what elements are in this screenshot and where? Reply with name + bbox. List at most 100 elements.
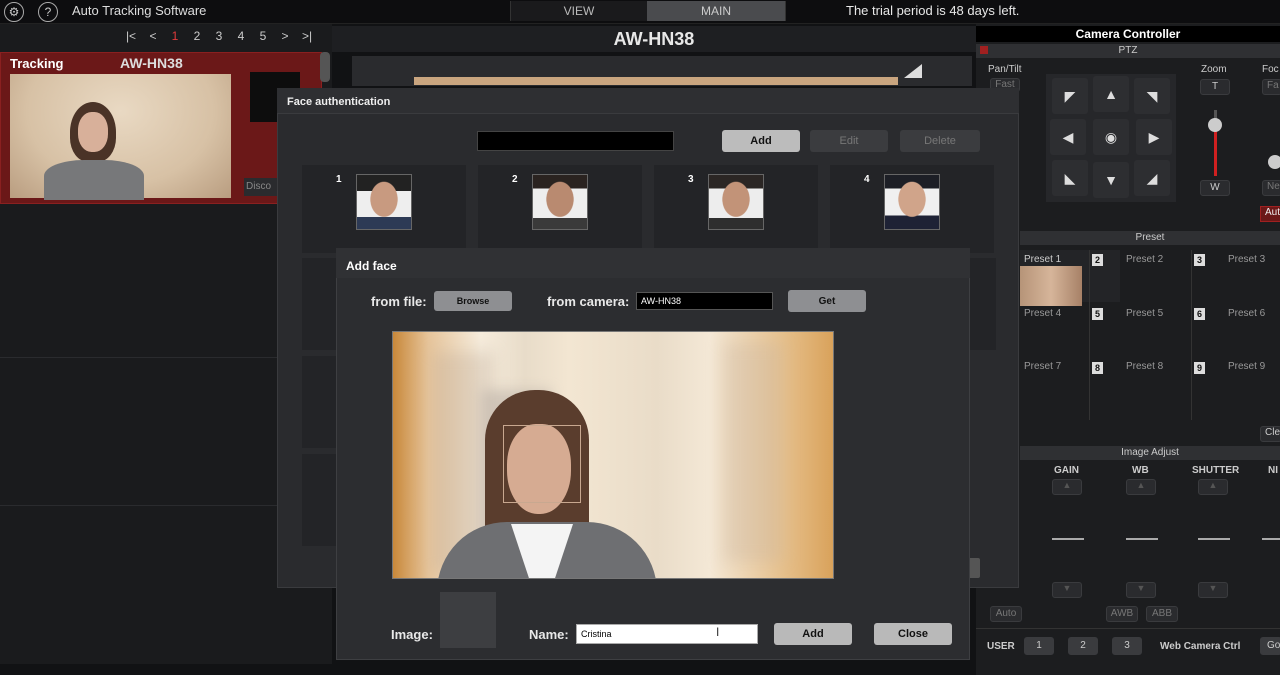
shutter-value-bar [1198,538,1230,540]
arrow-down-right-icon[interactable]: ◢ [1134,160,1170,196]
user-1-button[interactable]: 1 [1024,637,1054,655]
ptz-header: PTZ [976,44,1280,58]
get-button[interactable]: Get [788,290,866,312]
preset-5-label[interactable]: Preset 5 [1126,308,1163,319]
pager-next[interactable]: > [274,29,296,43]
focus-near-button[interactable]: Ne [1262,180,1280,196]
gain-value-bar [1052,538,1084,540]
shutter-down-icon[interactable]: ▼ [1198,582,1228,598]
pager-first[interactable]: |< [120,29,142,43]
face-slot-row2-right [970,258,996,350]
shutter-up-icon[interactable]: ▲ [1198,479,1228,495]
browse-button[interactable]: Browse [434,291,512,311]
face-slot-row3-left [302,356,336,448]
wb-up-icon[interactable]: ▲ [1126,479,1156,495]
abb-button[interactable]: ABB [1146,606,1178,622]
gain-auto-button[interactable]: Auto [990,606,1022,622]
face-add-button[interactable]: Add [722,130,800,152]
face-slot-2-photo [532,174,588,230]
preset-7-label[interactable]: Preset 7 [1024,361,1061,372]
face-slot-row2-left [302,258,336,350]
preset-5-number: 5 [1092,308,1103,320]
pager-page-1[interactable]: 1 [164,29,186,43]
preset-grid-line [1191,250,1192,420]
face-slot-3-photo [708,174,764,230]
zoom-label: Zoom [1201,64,1227,75]
tracking-label: Tracking [10,56,64,71]
trial-notice: The trial period is 48 days left. [846,3,1020,18]
face-delete-button[interactable]: Delete [900,130,980,152]
wb-label: WB [1132,465,1149,476]
auto-focus-button[interactable]: Aut [1260,206,1280,222]
face-name-field[interactable] [477,131,674,151]
add-face-confirm-button[interactable]: Add [774,623,852,645]
name-label: Name: [529,627,569,642]
arrow-down-left-icon[interactable]: ◣ [1052,160,1088,196]
arrow-up-right-icon[interactable]: ◥ [1134,78,1170,114]
close-button[interactable]: Close [874,623,952,645]
preset-4-label[interactable]: Preset 4 [1024,308,1061,319]
pager-last[interactable]: >| [296,29,318,43]
preset-8-number: 8 [1092,362,1103,374]
zoom-tele-button[interactable]: T [1200,79,1230,95]
resize-corner-icon[interactable] [904,64,922,78]
arrow-right-icon[interactable]: ▶ [1136,119,1172,155]
arrow-up-icon[interactable]: ▲ [1093,76,1129,112]
zoom-slider-thumb[interactable] [1208,118,1222,132]
preset-grid-line [1089,250,1090,420]
arrow-left-icon[interactable]: ◀ [1050,119,1086,155]
pager-page-2[interactable]: 2 [186,29,208,43]
arrow-up-left-icon[interactable]: ◤ [1052,78,1088,114]
tab-view[interactable]: VIEW [511,1,647,21]
face-slot-1-photo [356,174,412,230]
preset-2-label[interactable]: Preset 2 [1126,254,1163,265]
camera-preview-image [414,77,898,85]
gain-up-icon[interactable]: ▲ [1052,479,1082,495]
clear-button[interactable]: Cle [1260,426,1280,442]
pager-page-5[interactable]: 5 [252,29,274,43]
left-scrollbar[interactable] [320,52,330,82]
thumbnail-face [78,112,108,152]
pan-tilt-label: Pan/Tilt [988,64,1022,75]
preset-9-label[interactable]: Preset 9 [1228,361,1265,372]
tab-main[interactable]: MAIN [647,1,785,21]
preset-3-number: 3 [1194,254,1205,266]
face-slot-4-number: 4 [864,174,870,185]
preset-9-number: 9 [1194,362,1205,374]
ptz-indicator [980,46,988,54]
focus-far-button[interactable]: Fa [1262,79,1280,95]
name-input[interactable] [576,624,758,644]
wb-value-bar [1126,538,1158,540]
thumbnail-body [44,160,144,200]
from-camera-label: from camera: [547,294,630,309]
app-title: Auto Tracking Software [72,3,207,18]
face-detection-box [503,425,581,503]
wb-down-icon[interactable]: ▼ [1126,582,1156,598]
zoom-wide-button[interactable]: W [1200,180,1230,196]
face-edit-button[interactable]: Edit [810,130,888,152]
preset-1-label: Preset 1 [1024,254,1062,265]
pager-prev[interactable]: < [142,29,164,43]
gain-down-icon[interactable]: ▼ [1052,582,1082,598]
arrow-down-icon[interactable]: ▼ [1093,162,1129,198]
preset-8-label[interactable]: Preset 8 [1126,361,1163,372]
home-center-icon[interactable]: ◉ [1093,119,1129,155]
gear-icon[interactable]: ⚙ [4,2,24,22]
preset-6-number: 6 [1194,308,1205,320]
user-3-button[interactable]: 3 [1112,637,1142,655]
user-label: USER [987,641,1015,652]
add-face-title: Add face [346,259,397,273]
awb-button[interactable]: AWB [1106,606,1138,622]
pager-page-4[interactable]: 4 [230,29,252,43]
user-2-button[interactable]: 2 [1068,637,1098,655]
pager-page-3[interactable]: 3 [208,29,230,43]
focus-slider-thumb[interactable] [1268,155,1280,169]
help-icon[interactable]: ? [38,2,58,22]
camera-select-field[interactable]: AW-HN38 [636,292,773,310]
web-camera-go-button[interactable]: Go [1260,637,1280,655]
preset-3-label[interactable]: Preset 3 [1228,254,1265,265]
preset-2-number: 2 [1092,254,1103,266]
preset-6-label[interactable]: Preset 6 [1228,308,1265,319]
center-camera-title: AW-HN38 [332,26,976,52]
image-adjust-header: Image Adjust [1020,446,1280,460]
